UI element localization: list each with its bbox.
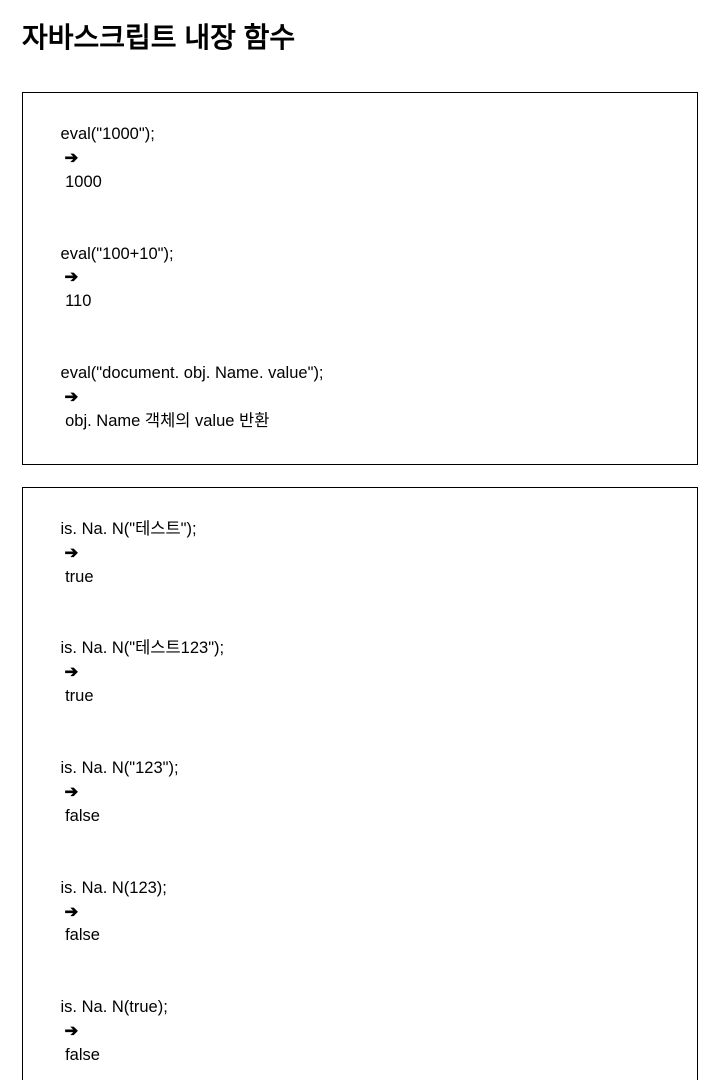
code-right: false	[61, 807, 100, 825]
arrow-icon: ➔	[65, 781, 79, 805]
code-left: is. Na. N("테스트");	[61, 520, 197, 538]
code-left: eval("100+10");	[61, 245, 174, 263]
arrow-icon: ➔	[65, 266, 79, 290]
code-right: true	[61, 568, 94, 586]
arrow-icon: ➔	[65, 386, 79, 410]
arrow-icon: ➔	[65, 1020, 79, 1044]
code-left: eval("1000");	[61, 125, 155, 143]
code-right: 1000	[61, 173, 102, 191]
code-left: is. Na. N("123");	[61, 759, 179, 777]
code-line: eval("100+10"); ➔ 110	[33, 219, 687, 339]
code-line: is. Na. N(123); ➔ false	[33, 853, 687, 973]
arrow-icon: ➔	[65, 901, 79, 925]
code-left: eval("document. obj. Name. value");	[61, 364, 324, 382]
code-line: eval("document. obj. Name. value"); ➔ ob…	[33, 338, 687, 458]
arrow-icon: ➔	[65, 661, 79, 685]
code-line: is. Na. N("123"); ➔ false	[33, 733, 687, 853]
arrow-icon: ➔	[65, 147, 79, 171]
code-left: is. Na. N("테스트123");	[61, 639, 225, 657]
slide: 자바스크립트 내장 함수 eval("1000"); ➔ 1000 eval("…	[0, 0, 720, 540]
page-title: 자바스크립트 내장 함수	[22, 16, 698, 56]
code-left: is. Na. N(123);	[61, 879, 167, 897]
code-box-1: eval("1000"); ➔ 1000 eval("100+10"); ➔ 1…	[22, 92, 698, 465]
code-left: is. Na. N(true);	[61, 998, 168, 1016]
code-right: false	[61, 1046, 100, 1064]
code-right: 110	[61, 292, 92, 310]
code-line: is. Na. N("테스트123"); ➔ true	[33, 613, 687, 733]
code-box-2: is. Na. N("테스트"); ➔ true is. Na. N("테스트1…	[22, 487, 698, 1080]
code-right: obj. Name 객체의 value 반환	[61, 412, 270, 430]
code-right: true	[61, 687, 94, 705]
code-line: is. Na. N("테스트"); ➔ true	[33, 494, 687, 614]
code-line: is. Na. N(true); ➔ false	[33, 972, 687, 1080]
code-line: eval("1000"); ➔ 1000	[33, 99, 687, 219]
code-right: false	[61, 926, 100, 944]
arrow-icon: ➔	[65, 542, 79, 566]
